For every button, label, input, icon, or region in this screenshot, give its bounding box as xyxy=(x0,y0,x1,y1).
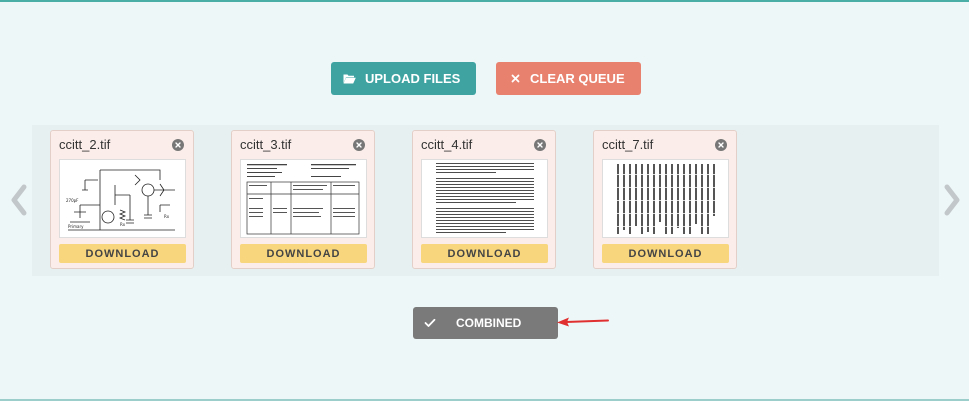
combined-button[interactable]: COMBINED xyxy=(413,307,558,339)
remove-file-button[interactable] xyxy=(353,139,365,151)
file-card: ccitt_3.tif DOWNLOAD xyxy=(231,130,375,269)
combined-label: COMBINED xyxy=(456,316,522,330)
carousel-prev-button[interactable] xyxy=(8,183,30,217)
folder-open-icon xyxy=(342,72,356,86)
remove-file-button[interactable] xyxy=(715,139,727,151)
close-icon xyxy=(508,72,522,86)
file-name: ccitt_7.tif xyxy=(602,137,654,152)
clear-queue-button[interactable]: CLEAR QUEUE xyxy=(496,62,641,95)
download-button[interactable]: DOWNLOAD xyxy=(240,244,367,263)
chevron-left-icon xyxy=(11,184,27,216)
download-button[interactable]: DOWNLOAD xyxy=(421,244,548,263)
file-thumbnail: 270pF Primary Rx Rx xyxy=(59,159,186,238)
check-icon xyxy=(423,316,437,330)
file-thumbnail xyxy=(240,159,367,238)
file-thumbnail xyxy=(421,159,548,238)
close-icon xyxy=(537,142,543,148)
download-button[interactable]: DOWNLOAD xyxy=(602,244,729,263)
close-icon xyxy=(356,142,362,148)
file-card: ccitt_4.tif DOWNLOAD xyxy=(412,130,556,269)
file-name: ccitt_4.tif xyxy=(421,137,473,152)
remove-file-button[interactable] xyxy=(172,139,184,151)
annotation-arrow-icon xyxy=(557,317,609,327)
top-accent-line xyxy=(0,0,969,2)
clear-queue-label: CLEAR QUEUE xyxy=(530,71,625,86)
carousel-next-button[interactable] xyxy=(941,183,963,217)
svg-text:Rx: Rx xyxy=(120,222,126,227)
close-icon xyxy=(175,142,181,148)
remove-file-button[interactable] xyxy=(534,139,546,151)
chevron-right-icon xyxy=(944,184,960,216)
upload-files-button[interactable]: UPLOAD FILES xyxy=(331,62,476,95)
svg-text:Rx: Rx xyxy=(164,214,170,219)
file-card: ccitt_2.tif 270pF Primary Rx Rx DOWNLOAD xyxy=(50,130,194,269)
svg-text:270pF: 270pF xyxy=(66,198,79,203)
close-icon xyxy=(718,142,724,148)
svg-text:Primary: Primary xyxy=(68,224,84,229)
upload-files-label: UPLOAD FILES xyxy=(365,71,461,86)
download-button[interactable]: DOWNLOAD xyxy=(59,244,186,263)
file-name: ccitt_2.tif xyxy=(59,137,111,152)
file-card: ccitt_7.tif DOWNLOAD xyxy=(593,130,737,269)
file-thumbnail xyxy=(602,159,729,238)
file-name: ccitt_3.tif xyxy=(240,137,292,152)
